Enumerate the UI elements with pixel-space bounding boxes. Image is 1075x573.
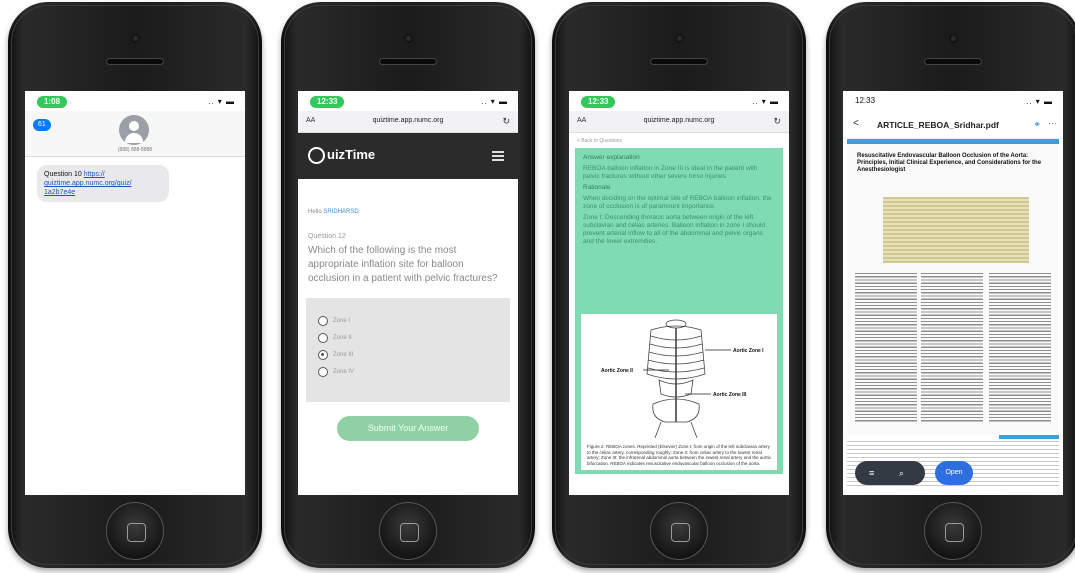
phone-quiz: 12:33 .. ▾ ▬ AA quiztime.app.numc.org ↻ … xyxy=(281,2,535,568)
signal-battery-icon: .. ▾ ▬ xyxy=(752,97,779,106)
pdf-tools-pill: ≡ ⌕ xyxy=(855,461,925,485)
earpiece-speaker xyxy=(106,58,164,65)
reload-icon[interactable]: ↻ xyxy=(773,116,781,127)
explanation-panel: Answer explanation REBOA balloon inflati… xyxy=(575,148,783,474)
label-aortic-zone-1: Aortic Zone I xyxy=(733,348,764,354)
choice-label: Zone II xyxy=(333,334,352,341)
pdf-toolbar: < ARTICLE_REBOA_Sridhar.pdf ⚭ ⋯ xyxy=(843,111,1063,139)
link-icon[interactable]: ⚭ xyxy=(1033,119,1041,130)
home-button[interactable] xyxy=(379,502,437,560)
quiztime-logo[interactable]: uizTime xyxy=(308,147,376,165)
messages-header: 61 (888) 888-8888 xyxy=(25,111,245,157)
text-column-2 xyxy=(921,273,983,423)
explanation-heading: Answer explanation xyxy=(583,154,640,161)
earpiece-speaker xyxy=(650,58,708,65)
logo-q-icon xyxy=(308,147,325,165)
status-bar: 12:33 .. ▾ ▬ xyxy=(298,91,518,111)
list-icon[interactable]: ≡ xyxy=(869,461,874,485)
reload-icon[interactable]: ↻ xyxy=(502,116,510,127)
radio-button-selected[interactable] xyxy=(318,349,328,360)
label-aortic-zone-3: Aortic Zone III xyxy=(713,392,747,398)
phone-explanation: 12:33 .. ▾ ▬ AA quiztime.app.numc.org ↻ … xyxy=(552,2,806,568)
signal-battery-icon: .. ▾ ▬ xyxy=(208,97,235,106)
choice-label: Zone IV xyxy=(333,368,355,375)
earpiece-speaker xyxy=(379,58,437,65)
article-title: Resuscitative Endovascular Balloon Occlu… xyxy=(857,153,1042,173)
anatomy-illustration: Aortic Zone I Aortic Zone II Aortic Zone… xyxy=(601,319,764,438)
hamburger-menu-icon[interactable] xyxy=(492,151,504,161)
phone-screen-messages: 1:08 .. ▾ ▬ 61 (888) 888-8888 Question 1… xyxy=(25,91,245,495)
signal-battery-icon: .. ▾ ▬ xyxy=(1026,97,1053,106)
question-number: Question 12 xyxy=(308,233,346,240)
answer-choices: Zone I Zone II Zone III Zone IV xyxy=(306,298,510,402)
greeting: Hello SRIDHARSD xyxy=(308,209,518,215)
status-time: 12:33 xyxy=(581,96,616,108)
choice-label: Zone I xyxy=(333,317,351,324)
quiztime-navbar: uizTime xyxy=(298,133,518,179)
back-chevron-icon[interactable]: < xyxy=(853,118,859,129)
url-text[interactable]: quiztime.app.numc.org xyxy=(298,117,518,124)
rationale-heading: Rationale xyxy=(583,184,611,191)
rationale-paragraph: When deciding on the optimal site of REB… xyxy=(583,195,772,210)
radio-button[interactable] xyxy=(318,366,328,377)
phone-screen-pdf: 12:33 .. ▾ ▬ < ARTICLE_REBOA_Sridhar.pdf… xyxy=(843,91,1063,495)
page-break-stripe xyxy=(999,435,1059,439)
question-text: Which of the following is the most appro… xyxy=(308,245,498,284)
radio-button[interactable] xyxy=(318,315,328,326)
phone-sms: 1:08 .. ▾ ▬ 61 (888) 888-8888 Question 1… xyxy=(8,2,262,568)
status-bar: 12:33 .. ▾ ▬ xyxy=(569,91,789,111)
pdf-page[interactable]: Resuscitative Endovascular Balloon Occlu… xyxy=(847,139,1059,435)
earpiece-speaker xyxy=(924,58,982,65)
browser-url-bar[interactable]: AA quiztime.app.numc.org ↻ xyxy=(569,111,789,133)
contact-number: (888) 888-8888 xyxy=(117,147,153,153)
front-camera xyxy=(949,34,958,43)
message-bubble: Question 10 https:// quiztime.app.numc.o… xyxy=(37,165,169,202)
greeting-prefix: Hello xyxy=(308,209,322,215)
choice-label: Zone III xyxy=(333,351,354,358)
search-icon[interactable]: ⌕ xyxy=(899,461,904,485)
signal-battery-icon: .. ▾ ▬ xyxy=(481,97,508,106)
submit-answer-button[interactable]: Submit Your Answer xyxy=(337,416,479,441)
phone-screen-explanation: 12:33 .. ▾ ▬ AA quiztime.app.numc.org ↻ … xyxy=(569,91,789,495)
front-camera xyxy=(404,34,413,43)
reboa-zones-figure: Aortic Zone I Aortic Zone II Aortic Zone… xyxy=(581,314,777,470)
phone-screen-quiz: 12:33 .. ▾ ▬ AA quiztime.app.numc.org ↻ … xyxy=(298,91,518,495)
text-column-3 xyxy=(989,273,1051,423)
zone-paragraph: Zone I: Descending thoracic aorta betwee… xyxy=(583,214,766,245)
status-bar: 1:08 .. ▾ ▬ xyxy=(25,91,245,111)
logo-text: uizTime xyxy=(327,147,376,162)
choice-zone-1[interactable]: Zone I xyxy=(318,312,510,329)
front-camera xyxy=(675,34,684,43)
browser-url-bar[interactable]: AA quiztime.app.numc.org ↻ xyxy=(298,111,518,133)
label-aortic-zone-2: Aortic Zone II xyxy=(601,368,634,374)
home-button[interactable] xyxy=(106,502,164,560)
pdf-filename: ARTICLE_REBOA_Sridhar.pdf xyxy=(877,120,999,130)
url-text[interactable]: quiztime.app.numc.org xyxy=(569,117,789,124)
home-button[interactable] xyxy=(924,502,982,560)
open-button[interactable]: Open xyxy=(935,461,973,485)
status-time: 1:08 xyxy=(37,96,68,108)
text-column-1 xyxy=(855,273,917,423)
message-text: Question 10 xyxy=(44,171,82,178)
user-name: SRIDHARSD xyxy=(323,209,359,215)
front-camera xyxy=(131,34,140,43)
status-time: 12:33 xyxy=(310,96,345,108)
more-icon[interactable]: ⋯ xyxy=(1048,118,1057,129)
abstract-highlighted xyxy=(883,197,1029,263)
home-button[interactable] xyxy=(650,502,708,560)
explanation-paragraph: REBOA balloon inflation in Zone III is i… xyxy=(583,165,758,180)
choice-zone-2[interactable]: Zone II xyxy=(318,329,510,346)
back-to-questions-link[interactable]: < Back to Questions xyxy=(577,138,789,144)
choice-zone-3[interactable]: Zone III xyxy=(318,346,510,363)
phone-pdf: 12:33 .. ▾ ▬ < ARTICLE_REBOA_Sridhar.pdf… xyxy=(826,2,1075,568)
choice-zone-4[interactable]: Zone IV xyxy=(318,363,510,380)
journal-header-stripe xyxy=(847,139,1059,144)
contact-avatar-icon[interactable] xyxy=(119,115,149,145)
figure-caption: Figure 2. REBOA zones. Reprinted (Elsevi… xyxy=(587,444,771,466)
back-button[interactable]: 61 xyxy=(33,119,51,131)
status-time: 12:33 xyxy=(855,96,876,105)
radio-button[interactable] xyxy=(318,332,328,343)
status-bar: 12:33 .. ▾ ▬ xyxy=(843,91,1063,111)
